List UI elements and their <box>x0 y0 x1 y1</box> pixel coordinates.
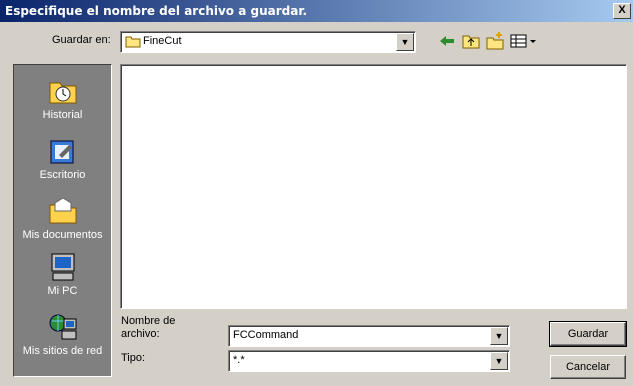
documents-icon <box>47 195 79 227</box>
desktop-icon <box>47 135 79 167</box>
new-folder-icon[interactable] <box>484 31 506 51</box>
close-button[interactable]: X <box>613 3 631 19</box>
place-network[interactable]: Mis sitios de red <box>14 311 111 357</box>
folder-icon <box>125 35 141 51</box>
file-list[interactable] <box>120 64 627 309</box>
place-my-pc[interactable]: Mi PC <box>14 251 111 297</box>
places-bar: Historial Escritorio Mis documentos Mi P… <box>13 64 112 377</box>
filename-label: Nombre de archivo: <box>121 315 176 340</box>
filename-value: FCCommand <box>233 329 299 341</box>
place-label: Escritorio <box>39 169 86 181</box>
filetype-value: *.* <box>233 354 245 366</box>
window-title: Especifique el nombre del archivo a guar… <box>5 4 308 18</box>
look-in-dropdown[interactable]: FineCut ▼ <box>120 31 416 53</box>
network-icon <box>47 311 79 343</box>
filetype-dropdown[interactable]: *.* ▼ <box>228 350 510 372</box>
computer-icon <box>47 251 79 283</box>
history-icon <box>47 75 79 107</box>
chevron-down-icon[interactable]: ▼ <box>396 33 414 51</box>
save-button[interactable]: Guardar <box>549 321 627 347</box>
place-label: Mis sitios de red <box>22 345 103 357</box>
look-in-label: Guardar en: <box>52 34 111 46</box>
cancel-button[interactable]: Cancelar <box>550 355 626 379</box>
filename-input[interactable]: FCCommand ▼ <box>228 325 510 347</box>
chevron-down-icon[interactable]: ▼ <box>490 352 508 370</box>
place-label: Mis documentos <box>22 229 103 241</box>
filetype-label: Tipo: <box>121 352 146 364</box>
place-label: Mi PC <box>47 285 78 297</box>
look-in-value: FineCut <box>143 35 182 47</box>
place-history[interactable]: Historial <box>14 75 111 121</box>
up-folder-icon[interactable] <box>460 31 482 51</box>
view-menu-icon[interactable] <box>508 31 538 51</box>
back-icon[interactable] <box>436 31 458 51</box>
place-desktop[interactable]: Escritorio <box>14 135 111 181</box>
place-label: Historial <box>42 109 83 121</box>
place-my-documents[interactable]: Mis documentos <box>14 195 111 241</box>
title-bar: Especifique el nombre del archivo a guar… <box>0 0 633 22</box>
chevron-down-icon[interactable]: ▼ <box>490 327 508 345</box>
